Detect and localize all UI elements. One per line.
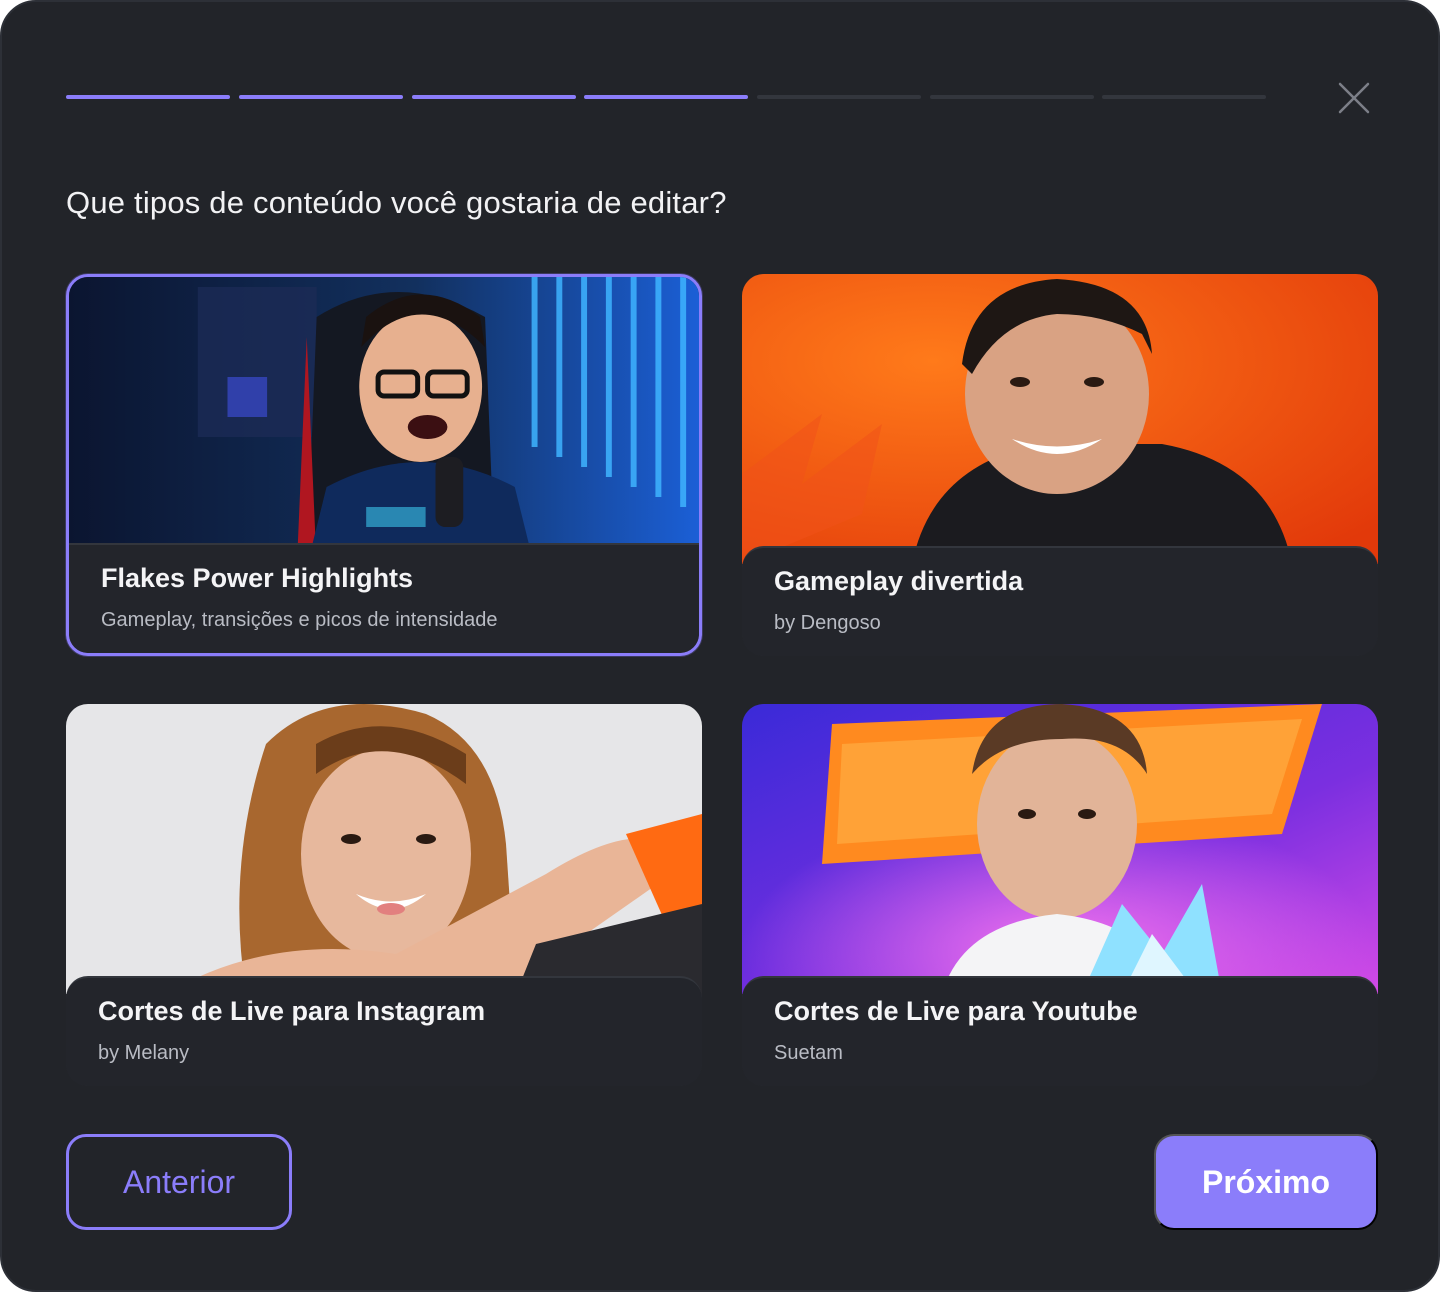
thumbnail-image	[742, 274, 1378, 564]
close-icon	[1338, 82, 1370, 114]
next-button[interactable]: Próximo	[1154, 1134, 1378, 1230]
previous-button[interactable]: Anterior	[66, 1134, 292, 1230]
onboarding-modal: Que tipos de conteúdo você gostaria de e…	[0, 0, 1440, 1292]
card-info: Flakes Power Highlights Gameplay, transi…	[69, 543, 699, 653]
progress-step-2	[239, 95, 403, 99]
card-title: Cortes de Live para Instagram	[98, 996, 486, 1026]
thumbnail-image	[742, 704, 1378, 994]
card-title: Cortes de Live para Youtube	[774, 996, 1138, 1026]
progress-step-1	[66, 95, 230, 99]
progress-step-7	[1102, 95, 1266, 99]
thumbnail-image	[69, 277, 699, 567]
content-option-card-flakes[interactable]: Flakes Power Highlights Gameplay, transi…	[66, 274, 702, 656]
card-subtitle: by Melany	[98, 1042, 190, 1064]
card-info: Cortes de Live para Instagram by Melany	[66, 976, 702, 1086]
page-title: Que tipos de conteúdo você gostaria de e…	[66, 185, 727, 220]
card-subtitle: Gameplay, transições e picos de intensid…	[101, 609, 498, 631]
close-button[interactable]	[1330, 74, 1378, 122]
progress-step-4	[584, 95, 748, 99]
card-info: Gameplay divertida by Dengoso	[742, 546, 1378, 656]
content-option-card-dengoso[interactable]: Gameplay divertida by Dengoso	[742, 274, 1378, 656]
thumbnail-image	[66, 704, 702, 994]
card-subtitle: Suetam	[774, 1042, 843, 1064]
step-progress-bar	[66, 95, 1266, 99]
card-subtitle: by Dengoso	[774, 612, 881, 634]
card-title: Gameplay divertida	[774, 566, 1024, 596]
content-option-card-suetam[interactable]: Cortes de Live para Youtube Suetam	[742, 704, 1378, 1086]
progress-step-6	[930, 95, 1094, 99]
card-title: Flakes Power Highlights	[101, 563, 414, 593]
content-option-card-melany[interactable]: Cortes de Live para Instagram by Melany	[66, 704, 702, 1086]
progress-step-3	[412, 95, 576, 99]
card-info: Cortes de Live para Youtube Suetam	[742, 976, 1378, 1086]
progress-step-5	[757, 95, 921, 99]
